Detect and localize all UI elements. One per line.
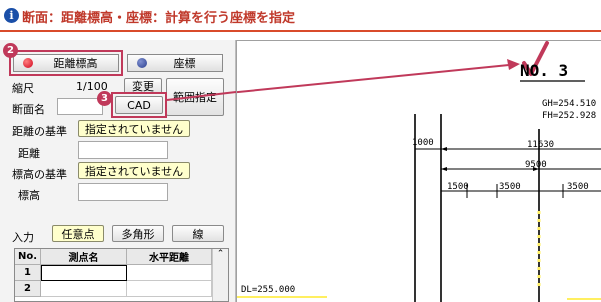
- info-icon: i: [4, 8, 19, 23]
- blue-radio-icon: [137, 58, 147, 68]
- table-cell-station[interactable]: [41, 281, 127, 297]
- line-button[interactable]: 線: [172, 225, 224, 242]
- elevation-base-button[interactable]: 指定されていません: [78, 162, 190, 179]
- step2-highlight: [9, 50, 123, 76]
- arbitrary-point-button[interactable]: 任意点: [52, 225, 104, 242]
- polygon-button[interactable]: 多角形: [112, 225, 164, 242]
- distance-input[interactable]: [78, 141, 168, 159]
- dimension-arrow: [441, 147, 447, 151]
- table-scrollbar[interactable]: ⌃: [212, 249, 228, 301]
- table-row-number: 2: [15, 281, 41, 297]
- scroll-up-icon[interactable]: ⌃: [217, 249, 225, 259]
- formation-height-label: FH=252.928: [542, 111, 597, 121]
- scale-label: 縮尺: [12, 82, 34, 95]
- distance-base-button[interactable]: 指定されていません: [78, 120, 190, 137]
- title-bar: i 断面：距離標高・座標：計算を行う座標を指定: [0, 0, 601, 32]
- section-drawing: [237, 41, 601, 302]
- table-header-no: No.: [15, 249, 41, 265]
- page-title: 断面：距離標高・座標：計算を行う座標を指定: [22, 11, 296, 26]
- dimension-label-3500: 3500: [499, 182, 521, 192]
- title-underline: [0, 30, 601, 32]
- elevation-label: 標高: [18, 189, 40, 202]
- elevation-input[interactable]: [78, 183, 168, 201]
- dimension-label-3500-right: 3500: [567, 182, 589, 192]
- section-name-input[interactable]: [57, 98, 103, 115]
- step2-badge: 2: [3, 43, 18, 58]
- elevation-base-label: 標高の基準: [12, 168, 67, 181]
- dimension-label-1000: 1000: [412, 138, 434, 148]
- table-cell-distance[interactable]: [127, 265, 212, 281]
- dimension-label-9500: 9500: [525, 160, 547, 170]
- coordinate-mode-button[interactable]: 座標: [127, 54, 223, 72]
- table-row-number: 1: [15, 265, 41, 281]
- table-cell-distance[interactable]: [127, 281, 212, 297]
- input-label: 入力: [12, 231, 34, 244]
- section-name-label: 断面名: [12, 103, 45, 116]
- section-number: NO. 3: [520, 61, 569, 80]
- coordinate-mode-label: 座標: [173, 57, 196, 70]
- drawing-canvas[interactable]: NO. 3 GH=254.510 FH=252.928 1000 11630 9…: [236, 40, 601, 302]
- ground-height-label: GH=254.510: [542, 99, 597, 109]
- table-cell-station[interactable]: [41, 265, 127, 281]
- table-header-station: 測点名: [41, 249, 127, 265]
- distance-base-label: 距離の基準: [12, 125, 67, 138]
- datum-level-label: DL=255.000: [241, 285, 296, 295]
- range-specify-button[interactable]: 範囲指定: [166, 78, 224, 116]
- dimension-label-11630: 11630: [527, 140, 555, 150]
- distance-label: 距離: [18, 147, 40, 160]
- callout-arrow-line: [237, 64, 510, 94]
- callout-arrowhead: [507, 59, 520, 70]
- step3-highlight: [111, 92, 167, 118]
- step3-badge: 3: [97, 91, 112, 106]
- table-header-horizontal-distance: 水平距離: [127, 249, 212, 265]
- point-table: No. 測点名 水平距離 1 2 ⌃: [14, 248, 229, 302]
- dimension-label-1500: 1500: [447, 182, 469, 192]
- dimension-arrow: [441, 167, 447, 171]
